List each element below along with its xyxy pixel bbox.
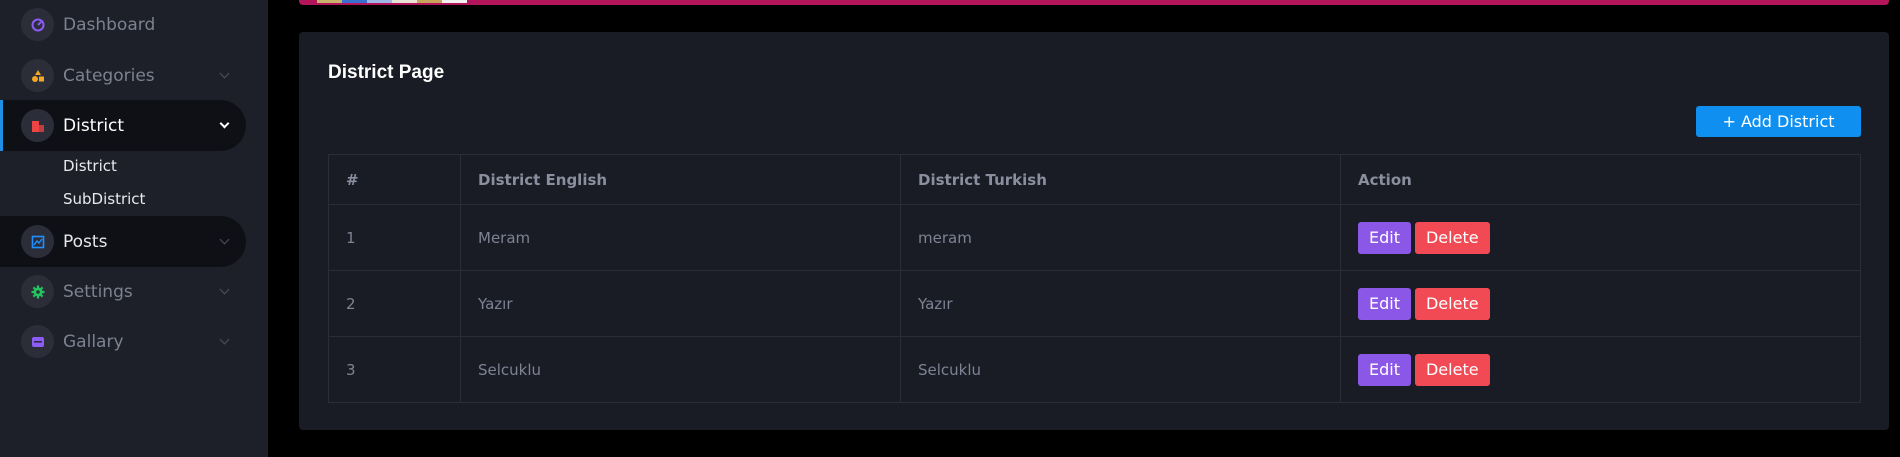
sidebar-item-posts[interactable]: Posts [0, 216, 246, 267]
chevron-down-icon [219, 118, 230, 129]
district-turkish-cell: Selcuklu [900, 336, 1341, 403]
banner-thumbnails [317, 0, 467, 3]
sidebar: Dashboard Categories District District S… [0, 0, 268, 457]
action-cell: Edit Delete [1340, 336, 1861, 403]
gallery-icon [21, 325, 54, 358]
dashboard-icon [21, 8, 54, 41]
delete-button[interactable]: Delete [1414, 353, 1490, 386]
edit-button[interactable]: Edit [1358, 221, 1411, 254]
action-cell: Edit Delete [1340, 204, 1861, 271]
row-number: 2 [328, 270, 461, 337]
chevron-down-icon [219, 234, 230, 245]
edit-button[interactable]: Edit [1358, 287, 1411, 320]
sidebar-item-label: Posts [63, 231, 108, 252]
delete-button[interactable]: Delete [1414, 221, 1490, 254]
table-row: 3 Selcuklu Selcuklu Edit Delete [328, 336, 1861, 403]
row-number: 3 [328, 336, 461, 403]
sidebar-item-gallery[interactable]: Gallary [0, 316, 246, 367]
posts-icon [21, 225, 54, 258]
column-header-number: # [328, 154, 461, 205]
sidebar-item-dashboard[interactable]: Dashboard [0, 0, 246, 50]
app-root: Dashboard Categories District District S… [0, 0, 1900, 457]
chevron-down-icon [219, 284, 230, 295]
district-card: District Page + Add District # District … [299, 32, 1889, 430]
chevron-down-icon [219, 68, 230, 79]
district-english-cell: Yazır [460, 270, 901, 337]
district-icon [21, 109, 54, 142]
table-row: 2 Yazır Yazır Edit Delete [328, 270, 1861, 337]
sidebar-item-settings[interactable]: Settings [0, 266, 246, 317]
sidebar-item-label: Categories [63, 65, 155, 86]
district-turkish-cell: Yazır [900, 270, 1341, 337]
settings-icon [21, 275, 54, 308]
sidebar-item-label: Settings [63, 281, 133, 302]
chevron-down-icon [219, 334, 230, 345]
action-cell: Edit Delete [1340, 270, 1861, 337]
sidebar-subitem-subdistrict[interactable]: SubDistrict [63, 190, 145, 208]
sidebar-subitem-district[interactable]: District [63, 157, 117, 175]
categories-icon [21, 59, 54, 92]
table-row: 1 Meram meram Edit Delete [328, 204, 1861, 271]
edit-button[interactable]: Edit [1358, 353, 1411, 386]
column-header-district-english: District English [460, 154, 901, 205]
sidebar-item-label: District [63, 115, 125, 136]
district-turkish-cell: meram [900, 204, 1341, 271]
page-title: District Page [328, 62, 445, 83]
add-district-button[interactable]: + Add District [1696, 106, 1861, 137]
sidebar-item-label: Dashboard [63, 14, 156, 35]
district-english-cell: Meram [460, 204, 901, 271]
district-english-cell: Selcuklu [460, 336, 901, 403]
sidebar-item-label: Gallary [63, 331, 124, 352]
column-header-district-turkish: District Turkish [900, 154, 1341, 205]
table-header-row: # District English District Turkish Acti… [328, 154, 1861, 205]
row-number: 1 [328, 204, 461, 271]
sidebar-item-categories[interactable]: Categories [0, 50, 246, 101]
sidebar-item-district[interactable]: District [0, 100, 246, 151]
district-table: # District English District Turkish Acti… [328, 154, 1861, 403]
column-header-action: Action [1340, 154, 1861, 205]
delete-button[interactable]: Delete [1414, 287, 1490, 320]
top-banner-strip [299, 0, 1889, 5]
